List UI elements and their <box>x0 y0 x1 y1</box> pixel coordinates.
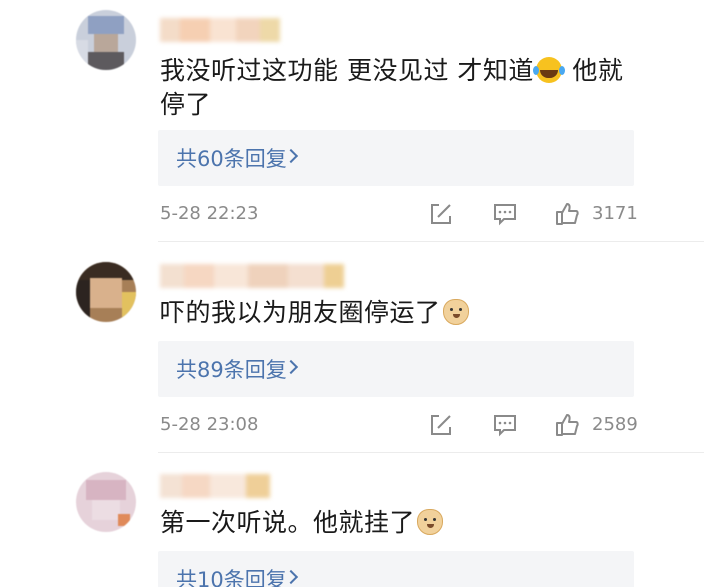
repost-icon[interactable] <box>428 412 454 438</box>
divider <box>158 241 704 242</box>
like-count: 2589 <box>592 414 638 435</box>
username-blurred[interactable] <box>160 18 280 42</box>
comment-time: 5-28 22:23 <box>160 203 259 224</box>
comment-text: 第一次听说。他就挂了 <box>160 506 640 540</box>
replies-link[interactable]: 共10条回复 <box>158 551 634 587</box>
replies-count-label: 共10条回复 <box>176 568 287 587</box>
username-blurred[interactable] <box>160 474 270 498</box>
comment-text: 吓的我以为朋友圈停运了 <box>160 296 640 330</box>
laugh-cry-emoji-icon <box>532 57 562 83</box>
replies-link[interactable]: 共89条回复 <box>158 341 634 397</box>
doge-emoji-icon <box>442 299 469 325</box>
divider <box>158 452 704 453</box>
like-icon[interactable] <box>554 201 580 227</box>
username-blurred[interactable] <box>160 264 360 288</box>
comment-time: 5-28 23:08 <box>160 414 259 435</box>
avatar[interactable] <box>76 10 136 70</box>
avatar[interactable] <box>76 472 136 532</box>
comment-icon[interactable] <box>492 412 518 438</box>
avatar[interactable] <box>76 262 136 322</box>
like-count: 3171 <box>592 203 638 224</box>
replies-link[interactable]: 共60条回复 <box>158 130 634 186</box>
repost-icon[interactable] <box>428 201 454 227</box>
comment-meta: 5-28 22:23 3171 <box>0 201 704 231</box>
comment-text: 我没听过这功能 更没见过 才知道 他就停了 <box>160 56 624 119</box>
replies-count-label: 共89条回复 <box>176 358 287 382</box>
comment-meta: 5-28 23:08 2589 <box>0 412 704 442</box>
doge-emoji-icon <box>417 509 444 535</box>
like-icon[interactable] <box>554 412 580 438</box>
comment-icon[interactable] <box>492 201 518 227</box>
replies-count-label: 共60条回复 <box>176 147 287 171</box>
